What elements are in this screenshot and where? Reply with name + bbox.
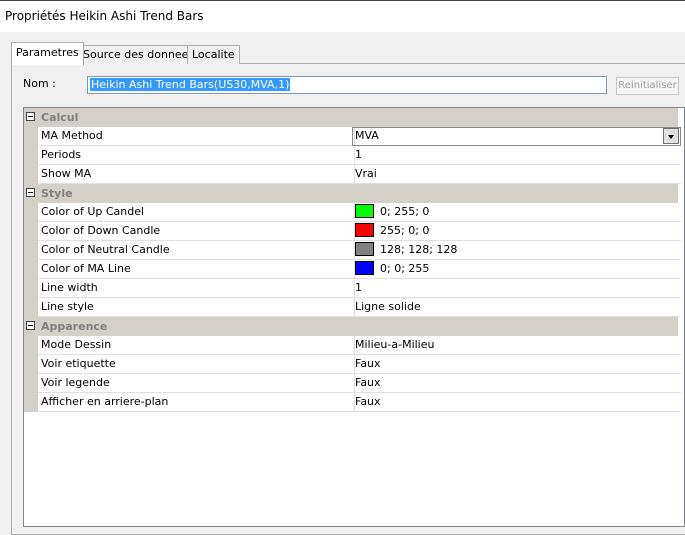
property-row-line-width[interactable]: Line width 1 [24,279,681,298]
window-title: Propriétés Heikin Ashi Trend Bars [5,9,204,23]
category-apparence[interactable]: Apparence [24,317,678,336]
property-name: Color of Neutral Candle [38,241,355,260]
property-name: Voir etiquette [38,355,355,374]
property-value[interactable]: 1 [352,146,681,165]
property-row-color-up-candle[interactable]: Color of Up Candel 0; 255; 0 [24,203,681,222]
color-swatch [355,242,374,256]
category-label: Calcul [41,111,79,124]
reset-button[interactable]: Reinitialiser [616,77,679,95]
property-row-color-down-candle[interactable]: Color of Down Candle 255; 0; 0 [24,222,681,241]
property-name: Show MA [38,165,355,184]
property-row-color-ma-line[interactable]: Color of MA Line 0; 0; 255 [24,260,681,279]
property-value[interactable]: Vrai [352,165,681,184]
name-label: Nom : [23,77,56,90]
property-value[interactable]: Faux [352,355,681,374]
color-swatch [355,261,374,275]
category-style[interactable]: Style [24,184,678,203]
collapse-icon[interactable] [26,112,35,121]
property-name: MA Method [38,127,355,146]
property-row-ma-method[interactable]: MA Method MVA [24,127,681,146]
property-value-color[interactable]: 0; 0; 255 [352,260,681,279]
category-label: Apparence [41,320,108,333]
color-swatch [355,223,374,237]
property-row-color-neutral-candle[interactable]: Color of Neutral Candle 128; 128; 128 [24,241,681,260]
property-row-voir-etiquette[interactable]: Voir etiquette Faux [24,355,681,374]
property-value[interactable]: Ligne solide [352,298,681,317]
property-row-voir-legende[interactable]: Voir legende Faux [24,374,681,393]
collapse-icon[interactable] [26,188,35,197]
title-bar: Propriétés Heikin Ashi Trend Bars [0,0,685,32]
property-name: Mode Dessin [38,336,355,355]
tab-parametres[interactable]: Parametres [11,42,84,65]
property-value[interactable]: 1 [352,279,681,298]
property-value-color[interactable]: 128; 128; 128 [352,241,681,260]
property-value: 128; 128; 128 [380,243,458,256]
property-name: Periods [38,146,355,165]
property-value: MVA [355,129,379,142]
property-row-mode-dessin[interactable]: Mode Dessin Milieu-a-Milieu [24,336,681,355]
category-label: Style [41,187,73,200]
property-name: Color of Up Candel [38,203,355,222]
property-value: 255; 0; 0 [380,224,430,237]
property-grid: Calcul MA Method MVA Periods 1 Show MA V… [23,107,685,527]
property-row-show-ma[interactable]: Show MA Vrai [24,165,681,184]
chevron-down-icon[interactable] [663,128,679,144]
tab-localite[interactable]: Localite [187,45,240,64]
property-row-afficher-arriere-plan[interactable]: Afficher en arriere-plan Faux [24,393,681,412]
property-name: Line width [38,279,355,298]
property-value[interactable]: Faux [352,393,681,412]
property-name: Voir legende [38,374,355,393]
property-value-dropdown[interactable]: MVA [352,127,681,146]
name-input[interactable]: Heikin Ashi Trend Bars(US30,MVA,1) [87,76,607,94]
property-value-color[interactable]: 0; 255; 0 [352,203,681,222]
property-name: Color of MA Line [38,260,355,279]
name-input-value: Heikin Ashi Trend Bars(US30,MVA,1) [90,78,291,91]
tab-source-des-donnees[interactable]: Source des donnees [78,45,200,64]
property-row-line-style[interactable]: Line style Ligne solide [24,298,681,317]
property-row-periods[interactable]: Periods 1 [24,146,681,165]
property-name: Line style [38,298,355,317]
property-value[interactable]: Milieu-a-Milieu [352,336,681,355]
property-value: 0; 0; 255 [380,262,430,275]
category-calcul[interactable]: Calcul [24,108,678,127]
color-swatch [355,204,374,218]
property-value-color[interactable]: 255; 0; 0 [352,222,681,241]
collapse-icon[interactable] [26,321,35,330]
property-value: 0; 255; 0 [380,205,430,218]
property-value[interactable]: Faux [352,374,681,393]
property-name: Color of Down Candle [38,222,355,241]
property-name: Afficher en arriere-plan [38,393,355,412]
